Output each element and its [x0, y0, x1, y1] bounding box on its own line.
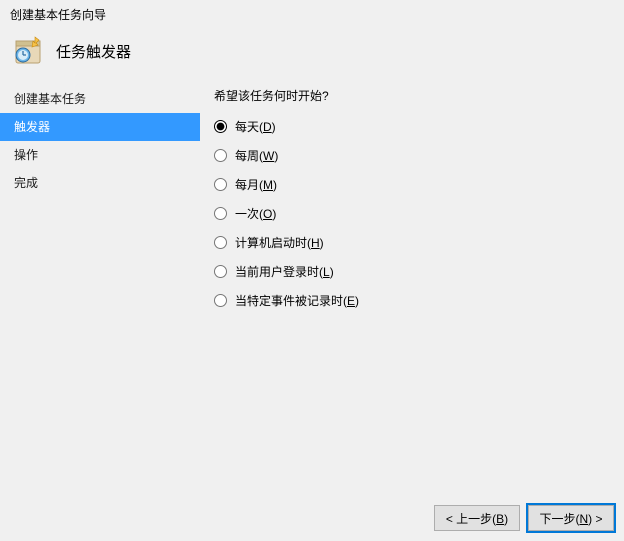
radio-label: 每周(W) — [235, 147, 278, 164]
trigger-question: 希望该任务何时开始? — [214, 87, 608, 104]
radio-input[interactable] — [214, 294, 227, 307]
radio-option-o[interactable]: 一次(O) — [214, 205, 608, 222]
page-title: 任务触发器 — [56, 41, 131, 62]
radio-label: 每月(M) — [235, 176, 277, 193]
window-title: 创建基本任务向导 — [0, 0, 624, 27]
radio-input[interactable] — [214, 236, 227, 249]
radio-input[interactable] — [214, 120, 227, 133]
radio-input[interactable] — [214, 265, 227, 278]
radio-label: 当特定事件被记录时(E) — [235, 292, 359, 309]
radio-option-l[interactable]: 当前用户登录时(L) — [214, 263, 608, 280]
radio-label: 每天(D) — [235, 118, 276, 135]
radio-input[interactable] — [214, 178, 227, 191]
clock-task-icon — [12, 35, 44, 67]
wizard-content: 希望该任务何时开始? 每天(D) 每周(W) 每月(M) 一次(O) 计算机启动时(H)… — [200, 81, 624, 495]
radio-label: 一次(O) — [235, 205, 276, 222]
back-button[interactable]: < 上一步(B) — [434, 505, 520, 531]
sidebar-item-create-basic-task[interactable]: 创建基本任务 — [0, 85, 200, 113]
wizard-footer: < 上一步(B) 下一步(N) > — [0, 495, 624, 541]
wizard-header: 任务触发器 — [0, 27, 624, 81]
next-button[interactable]: 下一步(N) > — [528, 505, 614, 531]
sidebar-item-finish[interactable]: 完成 — [0, 169, 200, 197]
radio-option-d[interactable]: 每天(D) — [214, 118, 608, 135]
radio-input[interactable] — [214, 207, 227, 220]
wizard-body: 创建基本任务 触发器 操作 完成 希望该任务何时开始? 每天(D) 每周(W) 每月… — [0, 81, 624, 495]
sidebar-item-action[interactable]: 操作 — [0, 141, 200, 169]
wizard-sidebar: 创建基本任务 触发器 操作 完成 — [0, 81, 200, 495]
sidebar-item-trigger[interactable]: 触发器 — [0, 113, 200, 141]
radio-option-w[interactable]: 每周(W) — [214, 147, 608, 164]
trigger-radio-group: 每天(D) 每周(W) 每月(M) 一次(O) 计算机启动时(H) 当前用户登录时(L) 当… — [214, 118, 608, 309]
radio-option-h[interactable]: 计算机启动时(H) — [214, 234, 608, 251]
radio-label: 当前用户登录时(L) — [235, 263, 334, 280]
radio-option-m[interactable]: 每月(M) — [214, 176, 608, 193]
radio-input[interactable] — [214, 149, 227, 162]
radio-option-e[interactable]: 当特定事件被记录时(E) — [214, 292, 608, 309]
radio-label: 计算机启动时(H) — [235, 234, 324, 251]
wizard-window: 创建基本任务向导 任务触发器 创建基本任务 触发器 操作 完成 希望该任务何时开… — [0, 0, 624, 541]
